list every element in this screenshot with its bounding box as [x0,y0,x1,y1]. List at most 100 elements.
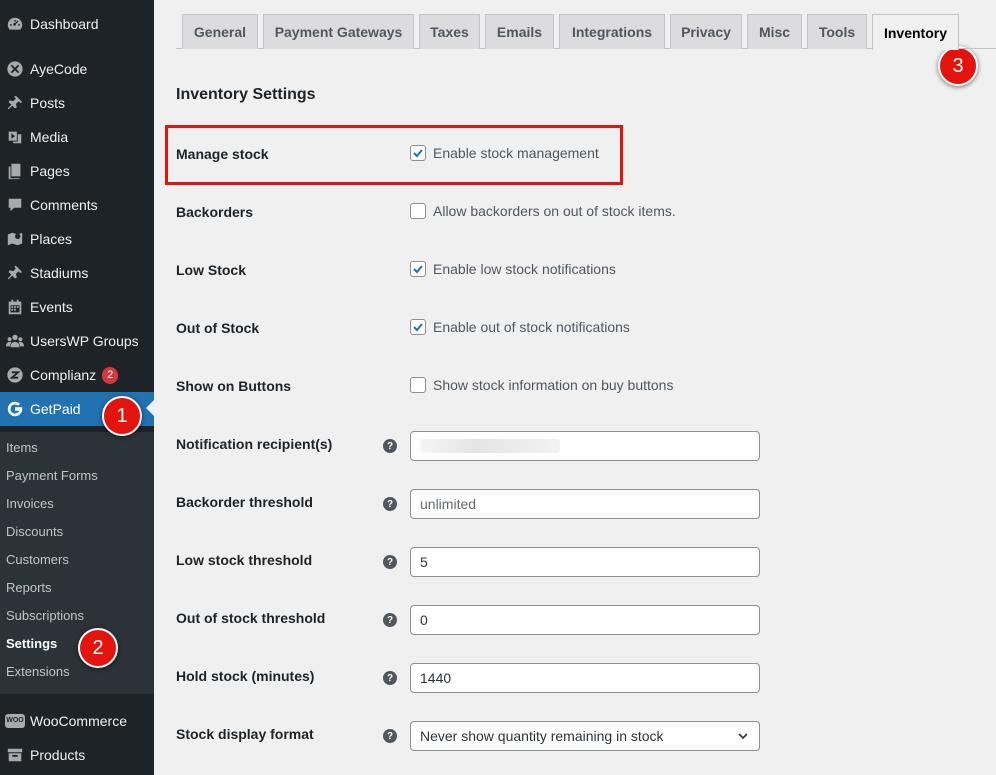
out-of-stock-threshold-input[interactable]: 0 [410,605,760,635]
tab-payment-gateways[interactable]: Payment Gateways [263,14,414,49]
tab-misc[interactable]: Misc [747,14,802,49]
backorders-label: Backorders [176,204,254,220]
hold-stock-input[interactable]: 1440 [410,663,760,693]
calendar-icon [0,298,30,316]
backorder-threshold-label: Backorder threshold [176,494,313,510]
menu-item-label: Posts [30,95,66,111]
menu-item-label: Comments [30,197,98,213]
help-icon[interactable]: ? [383,497,397,511]
help-icon[interactable]: ? [383,729,397,743]
archive-icon [0,746,30,764]
pages-icon [0,162,30,180]
update-count-badge: 2 [102,366,119,384]
menu-item-events[interactable]: Events [0,290,154,324]
menu-item-label: AyeCode [30,61,88,77]
tab-taxes[interactable]: Taxes [419,14,480,49]
backorders-checkbox[interactable] [410,203,426,219]
chevron-down-icon [738,733,748,740]
menu-item-comments[interactable]: Comments [0,188,154,222]
menu-item-userswp-groups[interactable]: UsersWP Groups [0,324,154,358]
menu-item-label: GetPaid [30,401,81,417]
menu-item-pages[interactable]: Pages [0,154,154,188]
complianz-icon [0,366,30,384]
current-menu-arrow [146,400,154,416]
tab-inventory[interactable]: Inventory [872,14,959,50]
menu-item-label: Places [30,231,73,247]
help-icon[interactable]: ? [383,555,397,569]
map-icon [0,230,30,248]
menu-item-stadiums[interactable]: Stadiums [0,256,154,290]
tab-tools[interactable]: Tools [807,14,867,49]
out-of-stock-threshold-label: Out of stock threshold [176,610,326,626]
submenu-item-settings[interactable]: Settings [6,636,57,651]
submenu-item-customers[interactable]: Customers [6,552,69,567]
submenu-item-payment-forms[interactable]: Payment Forms [6,468,98,483]
submenu-item-subscriptions[interactable]: Subscriptions [6,608,84,623]
show-on-buttons-option[interactable]: Show stock information on buy buttons [410,377,673,393]
tab-integrations[interactable]: Integrations [559,14,665,49]
out-of-stock-checkbox[interactable] [410,319,426,335]
show-on-buttons-checkbox-label: Show stock information on buy buttons [433,377,674,393]
tab-emails[interactable]: Emails [485,14,554,49]
tab-privacy[interactable]: Privacy [670,14,742,49]
callout-2: 2 [78,628,118,668]
menu-item-label: UsersWP Groups [30,333,139,349]
menu-item-posts[interactable]: Posts [0,86,154,120]
menu-item-complianz[interactable]: Complianz 2 [0,358,154,392]
callout-1: 1 [102,396,142,436]
out-of-stock-checkbox-label: Enable out of stock notifications [433,319,630,335]
low-stock-threshold-input[interactable]: 5 [410,547,760,577]
menu-item-ayecode[interactable]: AyeCode [0,52,154,86]
checkmark-icon [413,265,423,274]
comment-icon [0,196,30,214]
submenu-item-items[interactable]: Items [6,440,38,455]
backorder-threshold-input[interactable]: unlimited [410,489,760,519]
backorders-option[interactable]: Allow backorders on out of stock items. [410,203,676,219]
notification-recipients-input[interactable] [410,431,760,461]
low-stock-option[interactable]: Enable low stock notifications [410,261,616,277]
tab-general[interactable]: General [182,14,258,49]
submenu-item-discounts[interactable]: Discounts [6,524,63,539]
backorders-checkbox-label: Allow backorders on out of stock items. [433,203,676,219]
menu-item-media[interactable]: Media [0,120,154,154]
menu-item-label: WooCommerce [30,713,127,729]
checkmark-icon [413,323,423,332]
stock-display-format-label: Stock display format [176,726,314,742]
callout-3: 3 [938,46,978,86]
redacted-email-value [420,439,560,453]
out-of-stock-label: Out of Stock [176,320,260,336]
submenu-item-reports[interactable]: Reports [6,580,52,595]
low-stock-checkbox-label: Enable low stock notifications [433,261,616,277]
low-stock-checkbox[interactable] [410,261,426,277]
getpaid-icon [0,400,30,418]
menu-item-places[interactable]: Places [0,222,154,256]
dashboard-icon [0,15,30,33]
help-icon[interactable]: ? [383,613,397,627]
notification-recipients-label: Notification recipient(s) [176,436,333,452]
ayecode-icon [0,60,30,78]
menu-item-label: Media [30,129,69,145]
groups-icon [0,332,30,350]
stock-display-format-select[interactable]: Never show quantity remaining in stock [410,721,760,751]
menu-item-label: Pages [30,163,70,179]
woo-icon: WOO [0,714,30,728]
section-heading: Inventory Settings [176,86,316,103]
menu-item-label: Stadiums [30,265,89,281]
admin-sidebar: Dashboard AyeCode Posts Media Pages Comm… [0,0,154,775]
submenu-item-extensions[interactable]: Extensions [6,664,70,679]
show-on-buttons-label: Show on Buttons [176,378,292,394]
help-icon[interactable]: ? [383,671,397,685]
help-icon[interactable]: ? [383,439,397,453]
show-on-buttons-checkbox[interactable] [410,377,426,393]
media-icon [0,128,30,146]
menu-item-label: Events [30,299,73,315]
stock-display-format-value: Never show quantity remaining in stock [420,728,664,744]
submenu-item-invoices[interactable]: Invoices [6,496,54,511]
pin-icon [0,264,30,282]
pin-icon [0,94,30,112]
menu-item-dashboard[interactable]: Dashboard [0,7,154,41]
menu-item-woocommerce[interactable]: WOO WooCommerce [0,704,154,738]
menu-item-products[interactable]: Products [0,738,154,772]
out-of-stock-option[interactable]: Enable out of stock notifications [410,319,630,335]
menu-item-label: Dashboard [30,16,99,32]
